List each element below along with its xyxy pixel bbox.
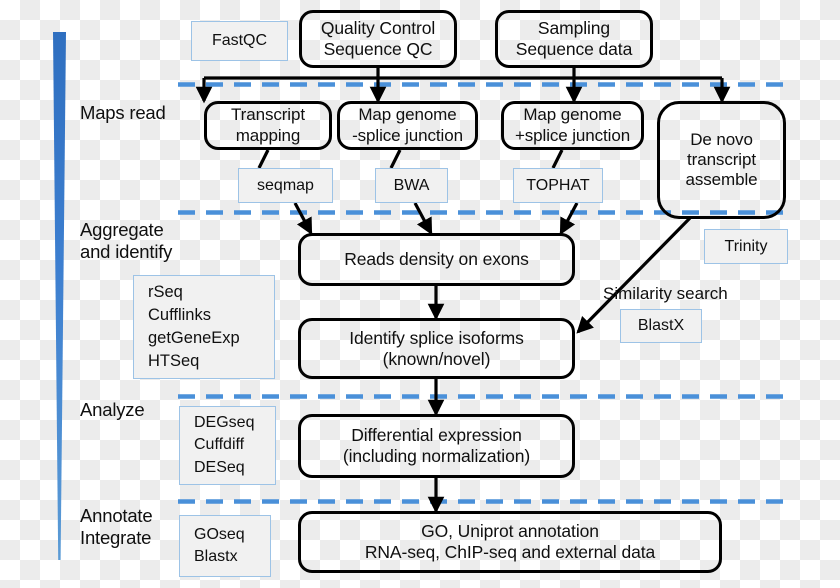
connector-seqmap-to-reads-density	[293, 202, 313, 236]
stage-label-analyze: Analyze	[80, 399, 145, 420]
process-box-identify-splice-isoforms[interactable]: Identify splice isoforms (known/novel)	[298, 318, 575, 379]
tool-box-trinity[interactable]: Trinity	[704, 229, 788, 264]
connector-map-plus-to-tophat	[551, 149, 564, 169]
tool-box-aggregate-tools[interactable]: rSeq Cufflinks getGeneExp HTSeq	[133, 275, 275, 379]
process-box-sampling[interactable]: Sampling Sequence data	[495, 10, 653, 68]
tool-box-annotate-tools[interactable]: GOseq Blastx	[179, 515, 271, 577]
process-box-map-genome-minus-splice[interactable]: Map genome -splice junction	[337, 101, 478, 150]
connector-transcript-mapping-to-seqmap	[257, 149, 270, 169]
tool-box-blastx-upper[interactable]: BlastX	[620, 309, 702, 343]
process-box-quality-control[interactable]: Quality Control Sequence QC	[299, 10, 457, 68]
tool-box-analyze-tools[interactable]: DEGseq Cuffdiff DESeq	[179, 406, 276, 485]
tool-box-tophat[interactable]: TOPHAT	[513, 168, 603, 203]
tool-box-bwa[interactable]: BWA	[375, 168, 448, 203]
diagram-canvas: Maps read Aggregate and identify Analyze…	[0, 0, 840, 588]
connector-bwa-to-reads-density	[413, 202, 433, 236]
label-similarity-search: Similarity search	[603, 284, 728, 303]
process-box-reads-density-on-exons[interactable]: Reads density on exons	[298, 233, 575, 286]
tool-box-fastqc[interactable]: FastQC	[191, 21, 288, 61]
process-box-de-novo-transcript-assemble[interactable]: De novo transcript assemble	[657, 101, 786, 219]
connector-map-minus-to-bwa	[389, 149, 402, 169]
process-box-map-genome-plus-splice[interactable]: Map genome +splice junction	[501, 101, 644, 150]
process-box-transcript-mapping[interactable]: Transcript mapping	[204, 101, 332, 150]
stage-label-aggregate-and-identify: Aggregate and identify	[80, 219, 173, 263]
stage-label-maps-read: Maps read	[80, 102, 166, 123]
tool-box-seqmap[interactable]: seqmap	[238, 168, 333, 203]
process-box-differential-expression[interactable]: Differential expression (including norma…	[298, 414, 575, 478]
process-box-annotation[interactable]: GO, Uniprot annotation RNA-seq, ChIP-seq…	[298, 511, 722, 573]
stage-label-annotate-integrate: Annotate Integrate	[80, 505, 153, 549]
stage-progress-bar	[53, 32, 66, 560]
connector-tophat-to-reads-density	[559, 202, 579, 236]
